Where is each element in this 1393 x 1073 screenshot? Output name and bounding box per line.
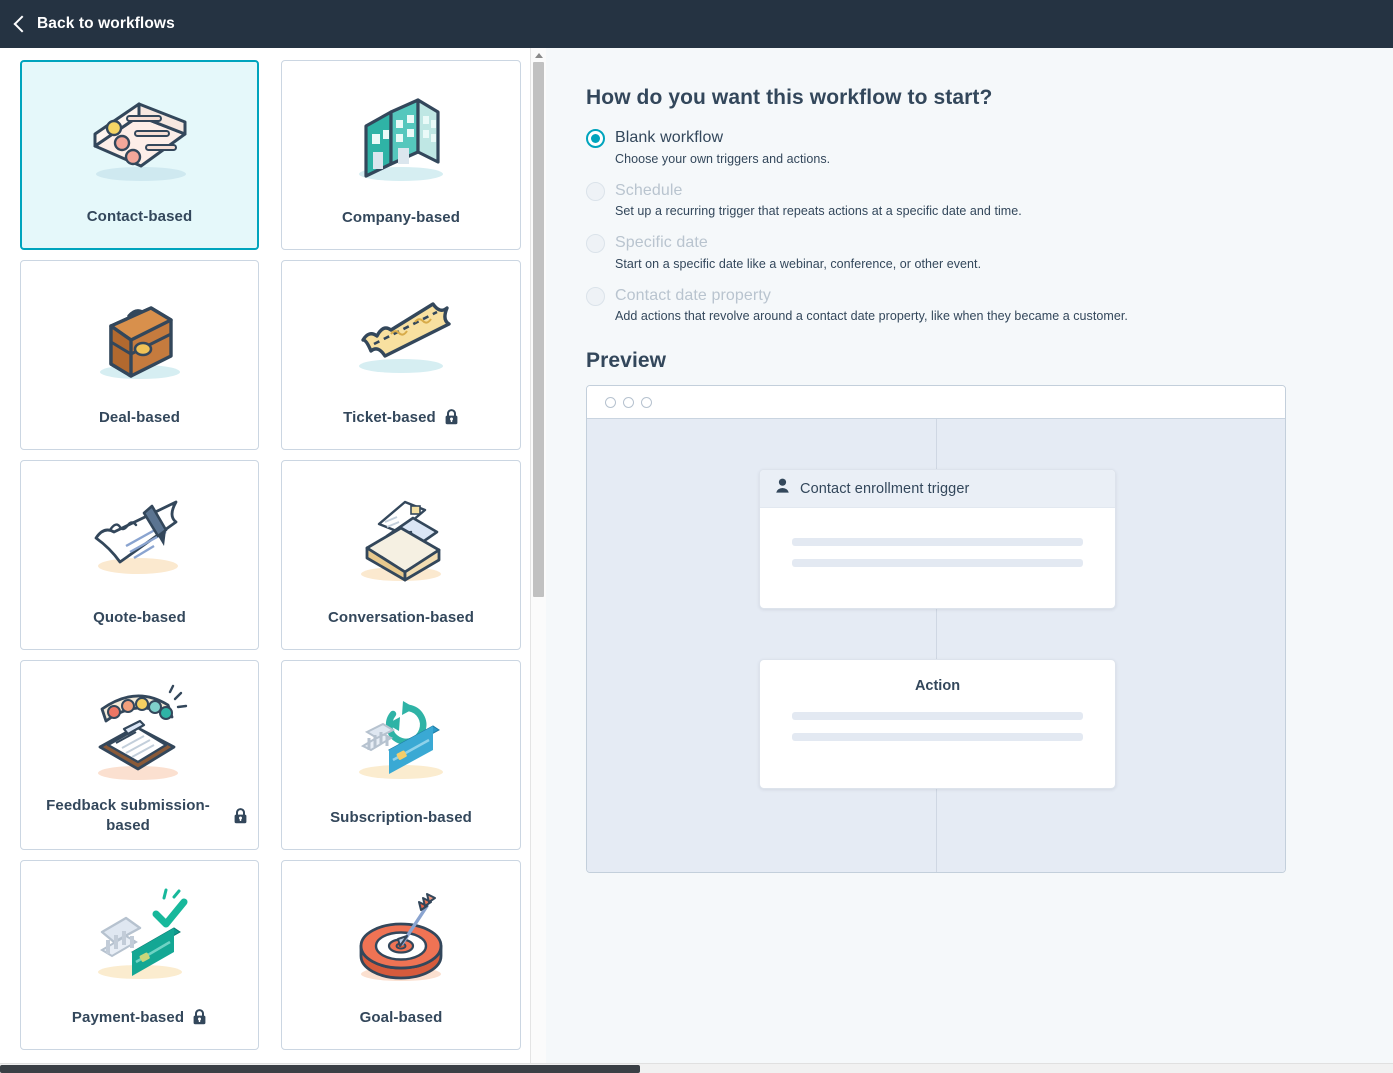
- workflow-type-card-contact-based[interactable]: Contact-based: [20, 60, 259, 250]
- start-option-title: Schedule: [615, 181, 683, 199]
- start-option-description: Start on a specific date like a webinar,…: [615, 256, 982, 271]
- preview-canvas: Contact enrollment trigger Action: [587, 419, 1285, 873]
- feedback-clipboard-icon: [21, 661, 258, 796]
- workflow-type-vertical-scrollbar[interactable]: [530, 48, 546, 1073]
- triangle-up-icon: [534, 52, 543, 58]
- start-option-blank-workflow[interactable]: Blank workflow Choose your own triggers …: [586, 127, 1393, 166]
- lock-icon: [192, 1009, 207, 1025]
- radio-unselected-icon[interactable]: [586, 234, 605, 254]
- workflow-type-card-label: Quote-based: [93, 608, 186, 626]
- workflow-type-card-payment-based[interactable]: Payment-based: [20, 860, 259, 1050]
- start-option-title: Contact date property: [615, 286, 771, 304]
- target-bullseye-icon: [282, 861, 520, 1008]
- workflow-type-card-label: Deal-based: [98, 408, 181, 426]
- top-navigation-bar: Back to workflows: [0, 0, 1393, 48]
- back-to-workflows-label: Back to workflows: [37, 15, 175, 32]
- workflow-type-card-label: Goal-based: [359, 1008, 443, 1026]
- subscription-recurring-icon: [282, 661, 520, 808]
- radio-unselected-icon[interactable]: [586, 181, 605, 201]
- start-option-radio-group: Blank workflow Choose your own triggers …: [586, 127, 1393, 323]
- workflow-type-card-goal-based[interactable]: Goal-based: [281, 860, 521, 1050]
- start-option-texts: Blank workflow Choose your own triggers …: [615, 127, 830, 166]
- contact-person-icon: [775, 478, 790, 499]
- workflow-type-card-conversation-based[interactable]: Conversation-based: [281, 460, 521, 650]
- preview-heading: Preview: [586, 349, 667, 373]
- workflow-type-card-quote-based[interactable]: Quote-based: [20, 460, 259, 650]
- radio-selected-icon[interactable]: [586, 129, 605, 148]
- inbox-envelope-icon: [282, 461, 520, 608]
- preview-trigger-body: [760, 508, 1115, 568]
- start-option-texts: Schedule Set up a recurring trigger that…: [615, 180, 1022, 219]
- workflow-type-card-subscription-based[interactable]: Subscription-based: [281, 660, 521, 850]
- workflow-type-card-ticket-based[interactable]: Ticket-based: [281, 260, 521, 450]
- start-option-contact-date-property[interactable]: Contact date property Add actions that r…: [586, 285, 1393, 324]
- start-option-texts: Contact date property Add actions that r…: [615, 285, 1128, 324]
- workflow-type-panel: Contact-based Company-based Deal-based T…: [0, 48, 546, 1073]
- preview-action-card: Action: [759, 659, 1116, 790]
- lock-icon: [444, 409, 459, 425]
- skeleton-line: [792, 538, 1083, 547]
- window-dot-icon: [623, 396, 634, 408]
- main-content-area: Contact-based Company-based Deal-based T…: [0, 48, 1393, 1073]
- skeleton-line: [792, 733, 1083, 742]
- radio-unselected-icon[interactable]: [586, 286, 605, 306]
- preview-window-chrome: [587, 386, 1285, 420]
- workflow-type-card-deal-based[interactable]: Deal-based: [20, 260, 259, 450]
- office-building-icon: [282, 61, 520, 208]
- workflow-preview-window: Contact enrollment trigger Action: [586, 385, 1286, 874]
- horizontal-scrollbar-thumb[interactable]: [0, 1065, 640, 1073]
- preview-action-label: Action: [914, 678, 961, 695]
- page-title: How do you want this workflow to start?: [586, 86, 993, 109]
- ticket-icon: [282, 261, 520, 408]
- workflow-type-grid: Contact-based Company-based Deal-based T…: [20, 60, 526, 1050]
- workflow-type-scroll-area: Contact-based Company-based Deal-based T…: [0, 48, 538, 1073]
- payment-bank-card-icon: [21, 861, 258, 1008]
- workflow-type-card-label: Subscription-based: [330, 808, 472, 826]
- start-option-specific-date[interactable]: Specific date Start on a specific date l…: [586, 232, 1393, 271]
- skeleton-line: [792, 559, 1083, 568]
- radio-dot: [591, 134, 600, 143]
- briefcase-icon: [21, 261, 258, 408]
- workflow-type-card-label: Company-based: [342, 208, 460, 226]
- start-option-texts: Specific date Start on a specific date l…: [615, 232, 981, 271]
- preview-trigger-card: Contact enrollment trigger: [759, 469, 1116, 610]
- workflow-type-card-label: Feedback submission-based: [21, 796, 258, 849]
- workflow-type-card-label: Conversation-based: [328, 608, 474, 626]
- contact-cards-icon: [22, 62, 257, 207]
- preview-trigger-label: Contact enrollment trigger: [800, 480, 970, 497]
- preview-trigger-header: Contact enrollment trigger: [760, 470, 1115, 509]
- back-to-workflows-link[interactable]: Back to workflows: [13, 15, 175, 33]
- lock-icon: [233, 807, 248, 824]
- scrollbar-up-arrow[interactable]: [531, 48, 546, 62]
- skeleton-line: [792, 712, 1083, 721]
- workflow-type-card-company-based[interactable]: Company-based: [281, 60, 521, 250]
- window-dot-icon: [605, 396, 616, 408]
- window-dot-icon: [641, 396, 652, 408]
- workflow-type-card-feedback-submission-based[interactable]: Feedback submission-based: [20, 660, 259, 850]
- start-option-description: Choose your own triggers and actions.: [615, 151, 831, 166]
- start-option-title: Blank workflow: [615, 129, 724, 146]
- start-option-description: Add actions that revolve around a contac…: [615, 309, 1128, 324]
- chevron-left-icon: [13, 15, 31, 32]
- start-option-title: Specific date: [615, 234, 708, 252]
- workflow-type-card-label: Ticket-based: [282, 408, 520, 450]
- preview-action-body: Action: [760, 660, 1115, 742]
- workflow-type-card-label: Payment-based: [21, 1008, 258, 1050]
- scrollbar-thumb[interactable]: [533, 62, 544, 597]
- workflow-start-options-panel: How do you want this workflow to start? …: [546, 48, 1393, 1073]
- start-option-schedule[interactable]: Schedule Set up a recurring trigger that…: [586, 180, 1393, 219]
- start-option-description: Set up a recurring trigger that repeats …: [615, 204, 1022, 219]
- page-horizontal-scrollbar[interactable]: [0, 1063, 1393, 1073]
- signed-document-icon: [21, 461, 258, 608]
- workflow-type-card-label: Contact-based: [86, 207, 193, 225]
